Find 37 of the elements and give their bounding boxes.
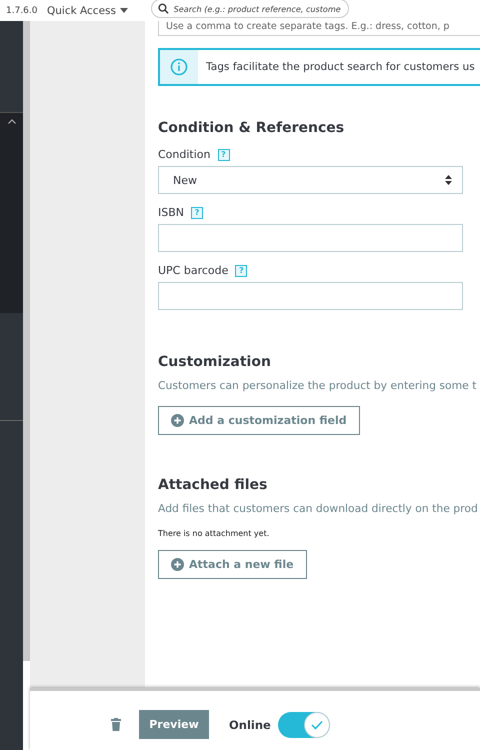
check-icon	[310, 720, 323, 730]
condition-select[interactable]: New	[158, 166, 463, 194]
select-value: New	[173, 174, 197, 186]
search-field[interactable]: Search (e.g.: product reference, custome	[151, 0, 349, 18]
help-badge[interactable]: ?	[191, 206, 204, 218]
search-icon	[158, 3, 169, 14]
preview-button[interactable]: Preview	[139, 710, 209, 739]
help-badge[interactable]: ?	[218, 148, 230, 160]
help-badge[interactable]: ?	[235, 264, 248, 276]
tags-field[interactable]: Use a comma to create separate tags. E.g.: dress, cotton, p	[158, 21, 480, 36]
section-description: Add files that customers can download directly on the prod	[158, 502, 479, 515]
section-description: Customers can personalize the product by entering some t	[158, 379, 478, 392]
input-field[interactable]	[158, 224, 463, 252]
section-heading: Customization	[158, 354, 272, 370]
add-customization-button[interactable]: Add a customization field	[158, 406, 360, 435]
section-heading: Condition & References	[158, 120, 346, 136]
chevron-up-icon[interactable]	[8, 119, 16, 124]
online-toggle[interactable]	[278, 712, 330, 738]
input-field[interactable]	[158, 282, 463, 310]
plus-circle-icon	[171, 414, 184, 427]
online-label: Online	[229, 718, 271, 732]
field-label: Condition	[158, 148, 210, 161]
trash-icon[interactable]	[111, 718, 121, 731]
quick-access-menu[interactable]: Quick Access	[47, 4, 151, 16]
field-label: UPC barcode	[158, 264, 228, 277]
scrollbar[interactable]	[23, 21, 30, 661]
empty-note: There is no attachment yet.	[158, 529, 270, 538]
attach-file-button[interactable]: Attach a new file	[158, 550, 307, 579]
field-hint: Use a comma to create separate tags. E.g.: dress, cotton, p	[166, 21, 450, 32]
sort-arrows-icon	[445, 175, 452, 185]
section-heading: Attached files	[158, 477, 268, 493]
plus-circle-icon	[171, 558, 184, 571]
alert-text: Tags facilitate the product search for customers us	[206, 61, 475, 73]
caret-icon	[120, 8, 128, 13]
version-label: 1.7.6.0	[6, 6, 38, 16]
info-icon	[170, 58, 188, 76]
field-label: ISBN	[158, 206, 184, 219]
